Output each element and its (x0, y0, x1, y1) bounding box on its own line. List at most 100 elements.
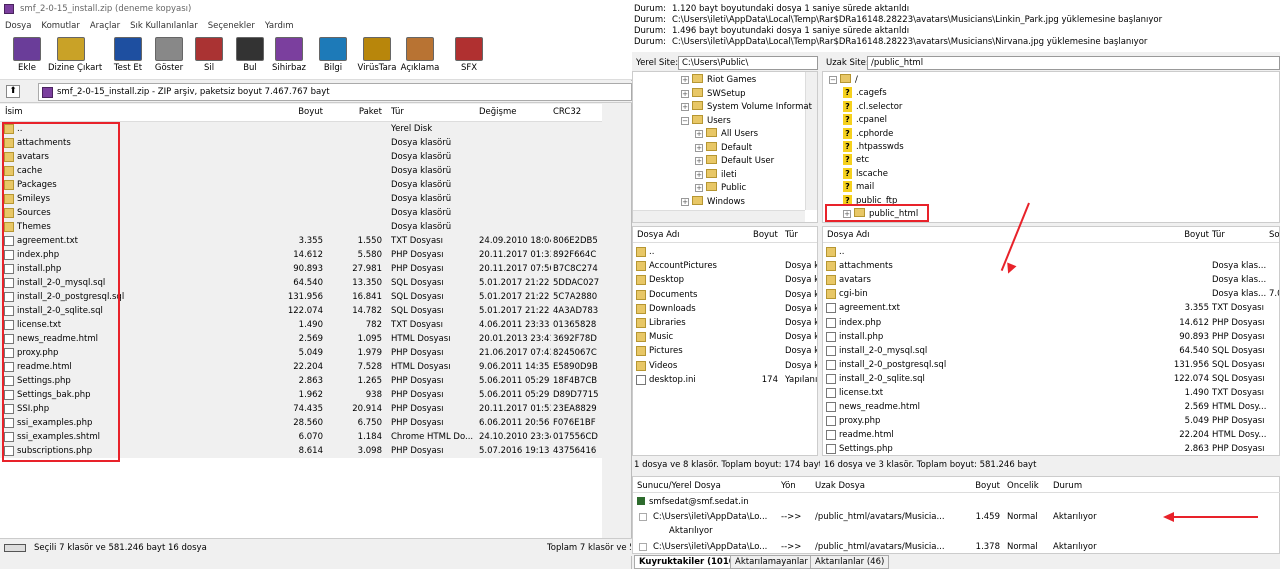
tree-item[interactable]: ? etc (843, 154, 869, 167)
toolbar-sfx-button[interactable]: SFX (446, 37, 492, 79)
queue-col-size[interactable]: Boyut (973, 481, 1000, 491)
list-item[interactable]: Settings.php 2.863 PHP Dosyası (823, 442, 1279, 455)
queue-col-local[interactable]: Sunucu/Yerel Dosya (637, 481, 721, 491)
menu-yardım[interactable]: Yardım (260, 18, 299, 34)
remote-col-name[interactable]: Dosya Adı (827, 230, 870, 240)
tab-2[interactable]: Aktarılanlar (46) (810, 555, 890, 569)
queue-col-remote[interactable]: Uzak Dosya (815, 481, 865, 491)
col-type[interactable]: Tür (391, 107, 404, 117)
list-item[interactable]: .. (633, 245, 817, 259)
remote-site-input[interactable]: /public_html (867, 56, 1280, 70)
tree-item[interactable]: + All Users (695, 128, 758, 141)
folder-icon (826, 261, 836, 272)
tree-item[interactable]: + ileti (695, 168, 737, 182)
list-item[interactable]: desktop.ini 174 Yapılanı (633, 373, 817, 387)
local-tree-scrollbar[interactable] (805, 72, 817, 210)
expand-icon[interactable]: + (681, 197, 689, 206)
tree-item[interactable]: ? .cagefs (843, 87, 887, 100)
list-item[interactable]: news_readme.html 2.569 HTML Dosy... (823, 400, 1279, 414)
col-size[interactable]: Boyut (270, 107, 323, 117)
toolbar-virüstara-button[interactable]: VirüsTara (354, 37, 400, 79)
list-item[interactable]: install_2-0_mysql.sql 64.540 SQL Dosyası (823, 344, 1279, 358)
list-item[interactable]: Pictures Dosya k (633, 344, 817, 358)
expand-icon[interactable]: + (695, 143, 703, 152)
expand-icon[interactable]: − (681, 116, 689, 125)
remote-col-type[interactable]: Tür (1212, 230, 1225, 240)
menu-dosya[interactable]: Dosya (0, 18, 36, 34)
remote-col-extra[interactable]: So (1269, 230, 1279, 240)
menu-sık-kullanılanlar[interactable]: Sık Kullanılanlar (125, 18, 203, 34)
col-modified[interactable]: Değişme (479, 107, 516, 117)
queue-col-priority[interactable]: Öncelik (1007, 481, 1039, 491)
tree-item[interactable]: + Default User (695, 155, 774, 168)
tree-item[interactable]: ? .cl.selector (843, 100, 902, 114)
expand-icon[interactable]: + (681, 89, 689, 98)
expand-icon[interactable]: + (695, 184, 703, 192)
tree-item[interactable]: + Windows (681, 195, 745, 209)
queue-col-status[interactable]: Durum (1053, 481, 1082, 491)
tree-item[interactable]: + System Volume Informat (681, 101, 812, 114)
expand-icon[interactable]: + (695, 170, 703, 179)
toolbar-ekle-button[interactable]: Ekle (4, 37, 50, 79)
local-col-size[interactable]: Boyut (753, 230, 778, 240)
expand-icon[interactable]: + (695, 130, 703, 138)
expand-icon[interactable]: − (829, 76, 837, 84)
list-item[interactable]: Libraries Dosya k (633, 316, 817, 330)
list-item[interactable]: Downloads Dosya k (633, 302, 817, 316)
list-item[interactable]: index.php 14.612 PHP Dosyası (823, 316, 1279, 330)
menu-komutlar[interactable]: Komutlar (36, 18, 84, 34)
list-item[interactable]: Desktop Dosya k (633, 273, 817, 287)
tree-item[interactable]: ? mail (843, 181, 874, 194)
expand-icon[interactable]: + (681, 76, 689, 84)
list-item[interactable]: Videos Dosya k (633, 359, 817, 373)
list-item[interactable]: .. (823, 245, 1279, 259)
tree-item[interactable]: + SWSetup (681, 87, 746, 101)
expand-icon[interactable]: + (681, 103, 689, 111)
list-item[interactable]: avatars Dosya klas... (823, 273, 1279, 287)
toolbar-sihirbaz-button[interactable]: Sihirbaz (266, 37, 312, 79)
local-tree-hscroll[interactable] (633, 210, 805, 222)
col-packed[interactable]: Paket (330, 107, 382, 117)
remote-col-size[interactable]: Boyut (1155, 230, 1209, 240)
toolbar-dizine-çıkart-button[interactable]: Dizine Çıkart (48, 37, 102, 79)
menu-araçlar[interactable]: Araçlar (85, 18, 125, 34)
list-item[interactable]: readme.html 22.204 HTML Dosy... (823, 428, 1279, 442)
list-item[interactable]: install_2-0_postgresql.sql 131.956 SQL Dos… (823, 358, 1279, 372)
list-item[interactable]: cgi-bin Dosya klas...7.0 (823, 287, 1279, 301)
toolbar-açıklama-button[interactable]: Açıklama (397, 37, 443, 79)
list-item[interactable]: license.txt 1.490 TXT Dosyası (823, 386, 1279, 400)
tree-item[interactable]: ? .htpasswds (843, 141, 904, 154)
tree-item[interactable]: + Public (695, 182, 746, 195)
list-item[interactable]: Documents Dosya k (633, 288, 817, 302)
tree-item[interactable]: − / (829, 74, 858, 87)
list-item[interactable]: attachments Dosya klas... (823, 259, 1279, 273)
up-folder-icon[interactable]: ⬆ (6, 85, 20, 98)
tree-item[interactable]: + Riot Games (681, 74, 756, 87)
file-size: 5.049 (298, 348, 323, 358)
menu-seçenekler[interactable]: Seçenekler (203, 18, 260, 34)
queue-col-direction[interactable]: Yön (781, 481, 796, 491)
tree-item[interactable]: + Default (695, 141, 752, 155)
list-item[interactable]: Music Dosya k (633, 330, 817, 344)
local-col-name[interactable]: Dosya Adı (637, 230, 680, 240)
toolbar-sil-button[interactable]: Sil (186, 37, 232, 79)
list-item[interactable]: AccountPictures Dosya k (633, 259, 817, 273)
list-item[interactable]: agreement.txt 3.355 TXT Dosyası (823, 301, 1279, 315)
tree-item[interactable]: ? .cpanel (843, 114, 887, 127)
expand-icon[interactable]: + (695, 157, 703, 165)
list-item[interactable]: proxy.php 5.049 PHP Dosyası (823, 414, 1279, 428)
col-crc32[interactable]: CRC32 (553, 107, 581, 117)
archive-path-field[interactable]: smf_2-0-15_install.zip - ZIP arşiv, pake… (38, 83, 632, 101)
tree-item[interactable]: ? lscache (843, 167, 888, 181)
local-site-input[interactable]: C:\Users\Public\ (678, 56, 818, 70)
toolbar-bilgi-button[interactable]: Bilgi (310, 37, 356, 79)
local-col-type[interactable]: Tür (785, 230, 798, 240)
tab-1[interactable]: Aktarılamayanlar (730, 555, 813, 569)
list-item[interactable]: install.php 90.893 PHP Dosyası (823, 330, 1279, 344)
col-name[interactable]: İsim (5, 107, 23, 117)
list-item[interactable]: install_2-0_sqlite.sql 122.074 SQL Dosyası (823, 372, 1279, 386)
tree-item[interactable]: ? .cphorde (843, 127, 893, 141)
tree-item[interactable]: − Users (681, 114, 731, 128)
tab-0[interactable]: Kuyruktakiler (1010) (634, 555, 744, 569)
toolbar-test-et-button[interactable]: Test Et (105, 37, 151, 79)
